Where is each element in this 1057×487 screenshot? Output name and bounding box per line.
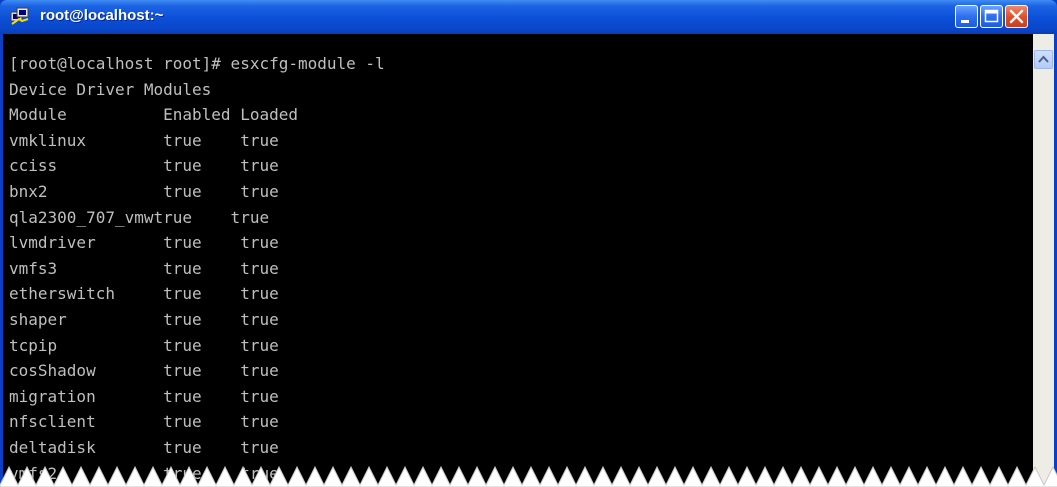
- vertical-scrollbar[interactable]: [1033, 34, 1054, 487]
- putty-terminal-icon[interactable]: [10, 7, 30, 27]
- terminal-line: vmfs3 true true: [9, 258, 279, 278]
- scroll-up-button[interactable]: [1034, 50, 1053, 69]
- terminal-line: nfsclient true true: [9, 412, 279, 432]
- maximize-button[interactable]: [980, 5, 1003, 28]
- minimize-button[interactable]: [955, 5, 978, 28]
- terminal-line: lvmdriver true true: [9, 233, 279, 253]
- terminal-line: Device Driver Modules: [9, 79, 212, 99]
- window-title: root@localhost:~: [40, 7, 164, 24]
- terminal-line: migration true true: [9, 386, 279, 406]
- terminal-line: qla2300_707_vmwtrue true: [9, 207, 270, 227]
- minimize-icon: [961, 20, 969, 23]
- terminal-output[interactable]: [root@localhost root]# esxcfg-module -l D…: [3, 34, 1033, 487]
- terminal-line: deltadisk true true: [9, 437, 279, 457]
- terminal-line: bnx2 true true: [9, 181, 279, 201]
- terminal-line: tcpip true true: [9, 335, 279, 355]
- chevron-up-icon: [1038, 55, 1049, 63]
- maximize-icon: [984, 9, 999, 23]
- terminal-window: root@localhost:~ [root@localhost root]# …: [0, 0, 1057, 487]
- terminal-line: Module Enabled Loaded: [9, 105, 298, 125]
- terminal-lines: [root@localhost root]# esxcfg-module -l D…: [9, 51, 385, 486]
- terminal-line: etherswitch true true: [9, 284, 279, 304]
- terminal-line: vmklinux true true: [9, 130, 279, 150]
- terminal-line: cciss true true: [9, 156, 279, 176]
- torn-edge-decoration: [0, 465, 1057, 487]
- title-bar[interactable]: root@localhost:~: [0, 0, 1057, 34]
- close-icon: [1009, 9, 1024, 24]
- terminal-line: shaper true true: [9, 309, 279, 329]
- close-button[interactable]: [1005, 5, 1028, 28]
- terminal-line: [root@localhost root]# esxcfg-module -l: [9, 54, 385, 73]
- terminal-line: cosShadow true true: [9, 361, 279, 381]
